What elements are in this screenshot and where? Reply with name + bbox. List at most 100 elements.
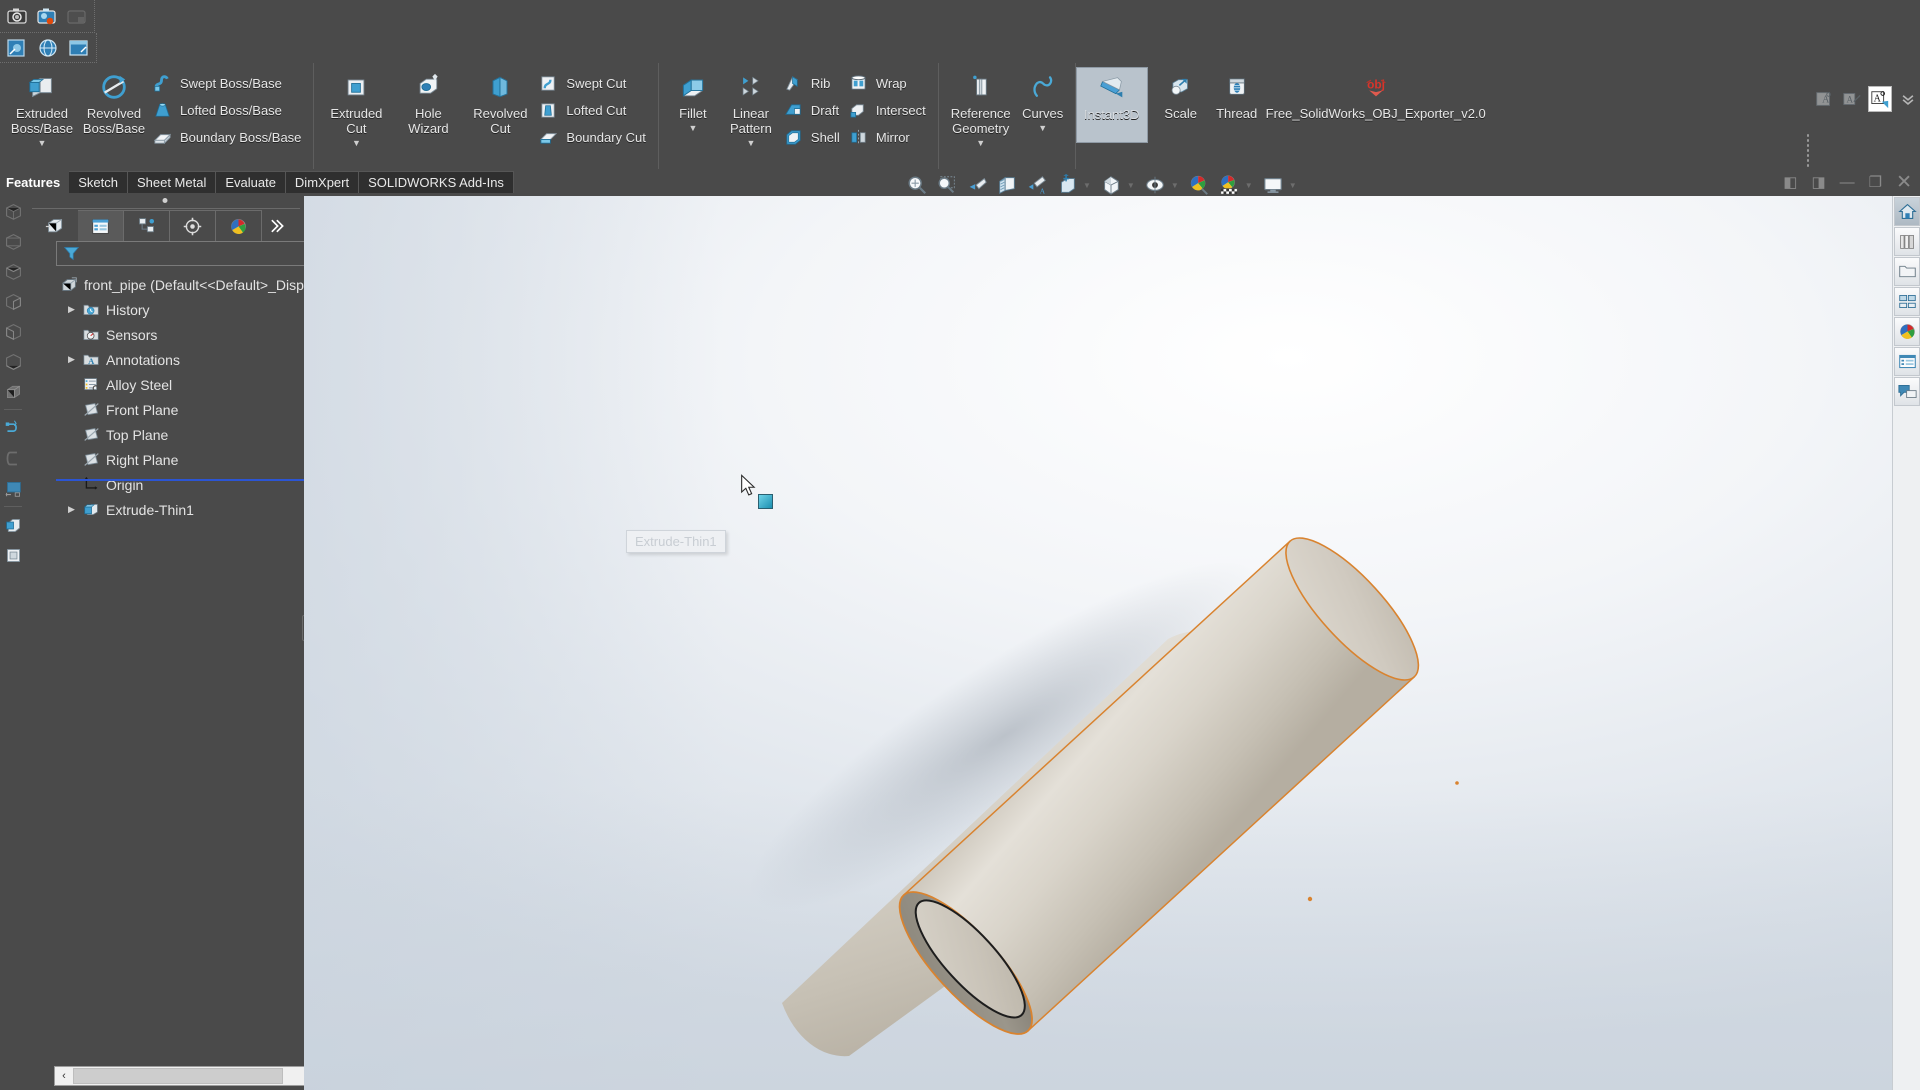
view-isometric-icon[interactable]: [0, 196, 26, 226]
note-icon[interactable]: A: [1812, 86, 1836, 112]
view-back-icon[interactable]: [0, 316, 26, 346]
view-right-icon[interactable]: [0, 286, 26, 316]
tab-sketch[interactable]: Sketch: [69, 171, 128, 193]
reference-geometry-button[interactable]: Reference Geometry: [945, 67, 1017, 136]
toolbar-grip[interactable]: [1806, 133, 1810, 167]
window-capture-icon[interactable]: [68, 37, 90, 59]
chevron-down-icon[interactable]: [1896, 86, 1920, 112]
boundary-cut-button[interactable]: Boundary Cut: [536, 125, 652, 150]
lofted-boss-base-button[interactable]: Lofted Boss/Base: [150, 98, 307, 123]
tree-item-top-plane[interactable]: Top Plane: [56, 422, 306, 447]
restore-left-icon[interactable]: ◧: [1783, 175, 1797, 190]
fillet-button[interactable]: Fillet: [665, 67, 721, 121]
annotation-active-icon[interactable]: A: [1867, 86, 1893, 112]
curves-button[interactable]: Curves: [1017, 67, 1069, 121]
display-style-caret[interactable]: ▼: [1127, 181, 1135, 190]
display-pane-icon[interactable]: [0, 473, 26, 503]
view-orientation-icon[interactable]: A: [1025, 173, 1049, 197]
instant3d-button[interactable]: Instant3D: [1075, 67, 1148, 143]
view-trimetric-icon[interactable]: [0, 376, 26, 406]
fillet-dropdown-caret[interactable]: ▼: [665, 123, 721, 133]
tree-item-extrude-thin1[interactable]: ▶ Extrude-Thin1: [56, 497, 306, 522]
appearances-scenes-icon[interactable]: [1894, 317, 1920, 346]
edit-appearance-icon[interactable]: [1187, 173, 1211, 197]
swept-boss-base-button[interactable]: Swept Boss/Base: [150, 71, 307, 96]
zoom-to-area-icon[interactable]: [935, 173, 959, 197]
feature-manager-tab[interactable]: [32, 210, 78, 242]
tab-dimxpert[interactable]: DimXpert: [285, 171, 360, 193]
property-manager-tab[interactable]: [78, 210, 124, 242]
intersect-button[interactable]: Intersect: [846, 98, 932, 123]
apply-scene-icon[interactable]: [1217, 173, 1241, 197]
chevron-right-icon[interactable]: ▶: [66, 304, 77, 315]
apply-scene-caret[interactable]: ▼: [1245, 181, 1253, 190]
view-top-icon[interactable]: [0, 256, 26, 286]
tree-item-front-plane[interactable]: Front Plane: [56, 397, 306, 422]
screen-capture-tool-icon[interactable]: [6, 37, 28, 59]
view-palette-icon[interactable]: [1894, 287, 1920, 316]
minimize-icon[interactable]: —: [1840, 175, 1855, 190]
tree-item-annotations[interactable]: ▶ A Annotations: [56, 347, 306, 372]
chevron-right-icon[interactable]: ▶: [66, 504, 77, 515]
close-icon[interactable]: ✕: [1896, 173, 1912, 192]
tree-item-front-pipe[interactable]: front_pipe (Default<<Default>_Display: [56, 272, 322, 297]
revolved-boss-base-button[interactable]: Revolved Boss/Base: [78, 67, 150, 136]
view-bottom-icon[interactable]: [0, 346, 26, 376]
feature-body-icon[interactable]: [0, 510, 26, 540]
file-explorer-icon[interactable]: [1894, 257, 1920, 286]
shell-button[interactable]: Shell: [781, 125, 846, 150]
linear-pattern-dropdown-caret[interactable]: ▼: [721, 138, 781, 148]
tree-item-right-plane[interactable]: Right Plane: [56, 447, 306, 472]
tree-item-history[interactable]: ▶ History: [56, 297, 306, 322]
mirror-button[interactable]: Mirror: [846, 125, 932, 150]
curves-dropdown-caret[interactable]: ▼: [1017, 123, 1069, 133]
custom-properties-icon[interactable]: [1894, 347, 1920, 376]
rollback-bar[interactable]: [56, 479, 304, 481]
design-library-icon[interactable]: [1894, 227, 1920, 256]
draft-button[interactable]: Draft: [781, 98, 846, 123]
zoom-to-fit-icon[interactable]: [905, 173, 929, 197]
tab-features[interactable]: Features: [0, 171, 70, 193]
view-selector-icon[interactable]: [1055, 173, 1079, 197]
extruded-boss-base-button[interactable]: Extruded Boss/Base: [6, 67, 78, 136]
graphics-viewport[interactable]: Extrude-Thin1: [304, 196, 1892, 1090]
restore-right-icon[interactable]: ◨: [1811, 175, 1825, 190]
rib-button[interactable]: Rib: [781, 71, 846, 96]
obj-exporter-button[interactable]: obj Free_SolidWorks_OBJ_Exporter_v2.0: [1266, 67, 1486, 121]
maximize-icon[interactable]: ❐: [1869, 175, 1882, 190]
extruded-cut-dropdown-caret[interactable]: ▼: [320, 138, 392, 148]
tree-item-origin[interactable]: Origin: [56, 472, 306, 497]
sketch-entity-icon[interactable]: [0, 443, 26, 473]
record-video-icon[interactable]: [36, 5, 58, 27]
panel-pin-dot[interactable]: [162, 198, 168, 203]
capture-screen-icon[interactable]: [6, 5, 28, 27]
linear-pattern-button[interactable]: Linear Pattern: [721, 67, 781, 136]
hide-show-items-icon[interactable]: [1143, 173, 1167, 197]
extrude-mini-icon[interactable]: [0, 540, 26, 570]
dimxpert-manager-tab[interactable]: [170, 210, 216, 242]
extruded-cut-button[interactable]: Extruded Cut: [320, 67, 392, 136]
tree-item-alloy-steel[interactable]: Alloy Steel: [56, 372, 306, 397]
hide-show-items-caret[interactable]: ▼: [1171, 181, 1179, 190]
tab-evaluate[interactable]: Evaluate: [216, 171, 286, 193]
view-settings-icon[interactable]: [1261, 173, 1285, 197]
chevron-right-icon[interactable]: ▶: [66, 354, 77, 365]
display-manager-tab[interactable]: [216, 210, 262, 242]
hole-wizard-button[interactable]: Hole Wizard: [392, 67, 464, 136]
sketch-tool-icon[interactable]: [0, 413, 26, 443]
feature-tree-horizontal-scrollbar[interactable]: ‹ ›: [54, 1066, 330, 1086]
view-selector-caret[interactable]: ▼: [1083, 181, 1091, 190]
revolved-cut-button[interactable]: Revolved Cut: [464, 67, 536, 136]
configuration-manager-tab[interactable]: [124, 210, 170, 242]
smart-dimension-icon[interactable]: A: [1840, 86, 1864, 112]
boundary-boss-base-button[interactable]: Boundary Boss/Base: [150, 125, 307, 150]
more-tabs-icon[interactable]: [262, 210, 290, 242]
feature-tree-filter-input[interactable]: [82, 246, 282, 261]
swept-cut-button[interactable]: Swept Cut: [536, 71, 652, 96]
reference-geometry-dropdown-caret[interactable]: ▼: [945, 138, 1017, 148]
web-capture-icon[interactable]: [37, 37, 59, 59]
section-view-icon[interactable]: [995, 173, 1019, 197]
thread-button[interactable]: Thread: [1208, 67, 1266, 121]
solidworks-resources-icon[interactable]: [1894, 197, 1920, 226]
scale-button[interactable]: Scale: [1154, 67, 1208, 121]
